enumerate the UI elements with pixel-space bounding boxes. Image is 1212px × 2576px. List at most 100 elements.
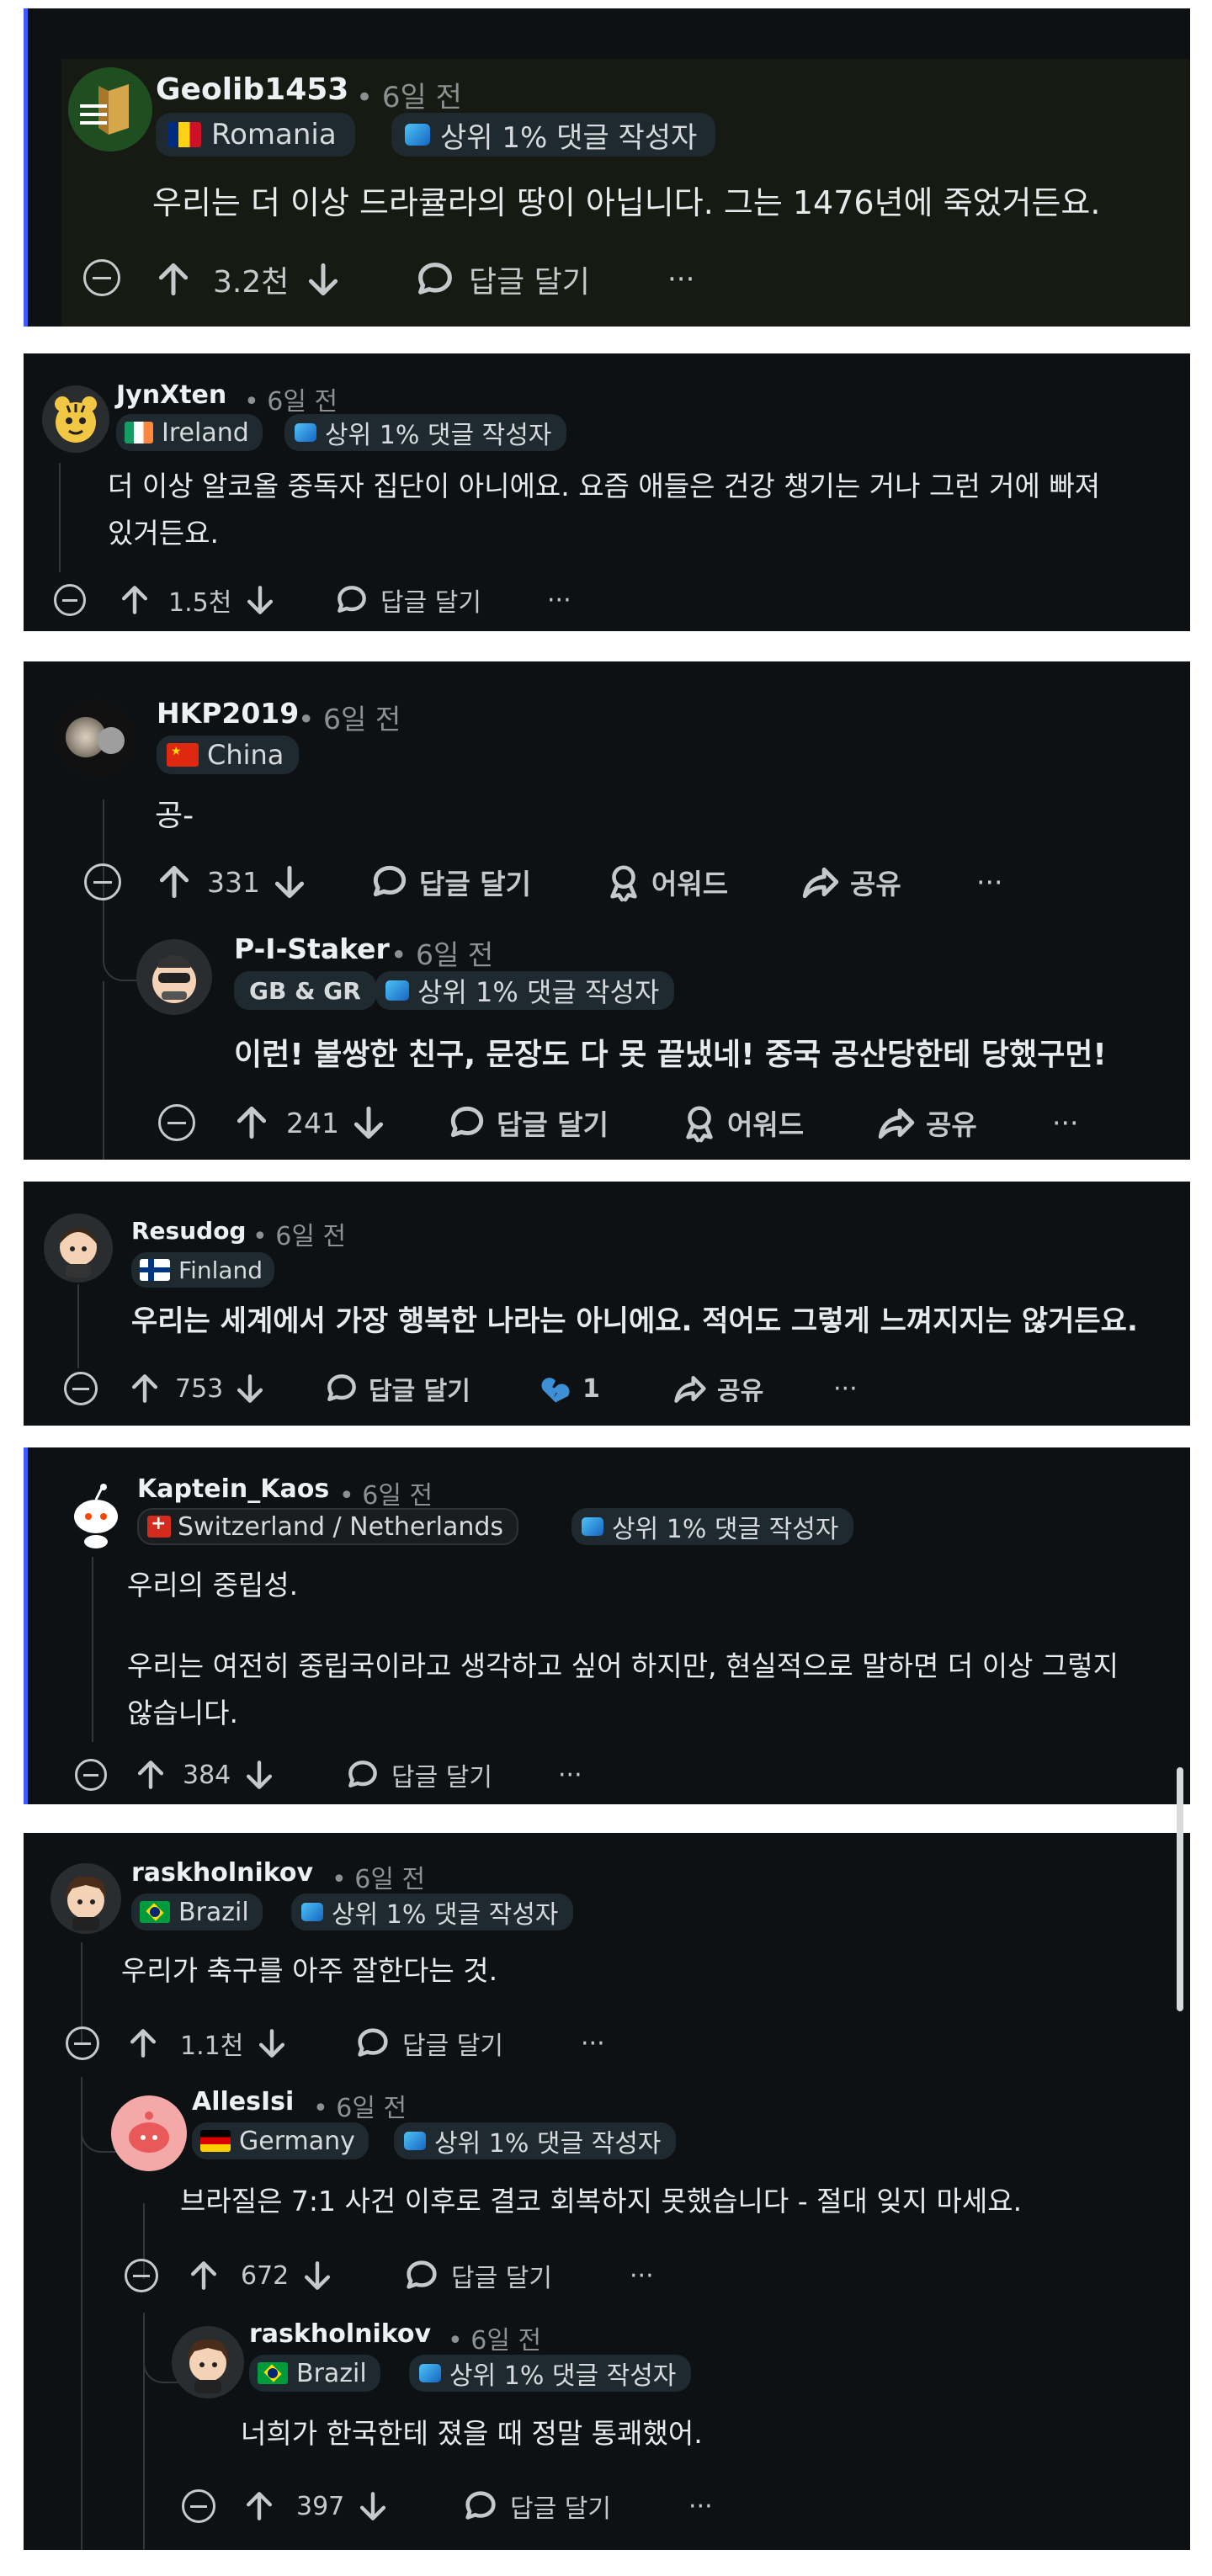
reply-button[interactable]: 답글 달기 xyxy=(333,581,481,619)
username[interactable]: HKP2019 xyxy=(157,697,299,730)
share-button[interactable]: 공유 xyxy=(875,1101,977,1145)
username[interactable]: Kaptein_Kaos xyxy=(137,1474,329,1504)
more-button[interactable]: ··· xyxy=(558,1755,582,1794)
downvote-icon[interactable] xyxy=(253,2025,290,2062)
reply-button[interactable]: 답글 달기 xyxy=(344,1755,492,1794)
vote-bar: 753 xyxy=(126,1368,268,1409)
downvote-icon[interactable] xyxy=(302,258,344,300)
timestamp: • 6일 전 xyxy=(332,1865,426,1894)
upvote-icon[interactable] xyxy=(241,2488,278,2525)
share-button[interactable]: 공유 xyxy=(672,1368,763,1409)
upvote-icon[interactable] xyxy=(153,861,195,903)
upvote-icon[interactable] xyxy=(152,258,194,300)
comment-body: 이런! 불쌍한 친구, 문장도 다 못 끝냈네! 중국 공산당한테 당했구먼! xyxy=(234,1038,1107,1072)
avatar[interactable] xyxy=(136,939,212,1015)
heart-award[interactable]: 1 xyxy=(537,1368,600,1409)
comment-icon xyxy=(358,2028,388,2057)
switzerland-flag-icon: + xyxy=(147,1516,171,1538)
more-button[interactable]: ··· xyxy=(547,581,571,619)
username[interactable]: P-I-Staker xyxy=(234,932,390,965)
collapse-button[interactable] xyxy=(66,2026,99,2060)
collapse-button[interactable] xyxy=(158,1104,195,1141)
collapse-button[interactable] xyxy=(75,1759,107,1791)
avatar[interactable] xyxy=(111,2095,187,2171)
broken-heart-icon xyxy=(541,1378,570,1403)
vote-count: 1.5천 xyxy=(168,588,232,618)
avatar[interactable] xyxy=(50,1863,121,1934)
avatar-snoo-icon xyxy=(74,1484,118,1548)
upvote-icon[interactable] xyxy=(231,1102,273,1144)
reply-button[interactable]: 답글 달기 xyxy=(446,1101,609,1145)
flair-top1: 상위 1% 댓글 작성자 xyxy=(409,2355,692,2392)
avatar[interactable] xyxy=(56,698,135,778)
more-button[interactable]: ··· xyxy=(667,258,694,301)
downvote-icon[interactable] xyxy=(268,861,311,903)
avatar[interactable] xyxy=(42,385,109,453)
more-button[interactable]: ··· xyxy=(833,1368,858,1409)
timestamp: • 6일 전 xyxy=(339,1481,433,1511)
reply-button[interactable]: 답글 달기 xyxy=(402,2255,552,2296)
username[interactable]: raskholnikov xyxy=(249,2319,431,2349)
share-button[interactable]: 공유 xyxy=(800,860,901,904)
upvote-icon[interactable] xyxy=(185,2257,222,2294)
username[interactable]: JynXten xyxy=(116,380,226,410)
award-icon xyxy=(686,1106,713,1143)
username[interactable]: AllesIsi xyxy=(192,2087,294,2117)
comment-body: 우리는 세계에서 가장 행복한 나라는 아니에요. 적어도 그렇게 느껴지지는 … xyxy=(131,1304,1138,1338)
flair-top1: 상위 1% 댓글 작성자 xyxy=(571,1508,854,1545)
more-button[interactable]: ··· xyxy=(581,2023,605,2063)
comment-icon xyxy=(450,1106,484,1138)
more-button[interactable]: ··· xyxy=(1052,1101,1078,1145)
collapse-button[interactable] xyxy=(64,1372,98,1405)
comment-card-geolib: Geolib1453 • 6일 전 Romania 상위 1% 댓글 작성자 우… xyxy=(24,8,1190,327)
username[interactable]: Geolib1453 xyxy=(156,72,348,107)
downvote-icon[interactable] xyxy=(231,1370,268,1407)
avatar[interactable] xyxy=(44,1214,113,1283)
upvote-icon[interactable] xyxy=(126,1370,163,1407)
comment-card-jynxten: JynXten • 6일 전 Ireland 상위 1% 댓글 작성자 더 이상… xyxy=(24,353,1190,631)
badge-icon xyxy=(295,423,316,442)
downvote-icon[interactable] xyxy=(348,1102,390,1144)
username[interactable]: raskholnikov xyxy=(131,1858,313,1888)
flair-country: + Switzerland / Netherlands xyxy=(137,1508,519,1545)
downvote-icon[interactable] xyxy=(354,2488,391,2525)
upvote-icon[interactable] xyxy=(116,582,153,619)
comment-icon xyxy=(407,2260,437,2289)
avatar[interactable] xyxy=(61,1479,130,1548)
more-button[interactable]: ··· xyxy=(688,2486,713,2526)
comment-card-hkp2019: HKP2019 • 6일 전 ★ China 공- 331 답글 달기 어워드 … xyxy=(24,661,1190,1160)
reply-button[interactable]: 답글 달기 xyxy=(354,2023,503,2063)
comment-icon xyxy=(373,865,407,897)
timestamp: • 6일 전 xyxy=(448,2326,542,2356)
username[interactable]: Resudog xyxy=(131,1217,246,1245)
collapse-button[interactable] xyxy=(54,584,86,616)
downvote-icon[interactable] xyxy=(242,582,279,619)
vote-count: 397 xyxy=(296,2491,345,2521)
flair-country: Brazil xyxy=(249,2355,380,2392)
flair-top1: 상위 1% 댓글 작성자 xyxy=(391,113,716,157)
scrollbar-thumb[interactable] xyxy=(1177,1767,1183,2011)
avatar-snoo-icon xyxy=(66,1876,106,1931)
upvote-icon[interactable] xyxy=(132,1756,169,1793)
badge-icon xyxy=(301,1903,323,1921)
award-button[interactable]: 어워드 xyxy=(604,860,728,904)
reply-button[interactable]: 답글 달기 xyxy=(461,2486,611,2526)
collapse-button[interactable] xyxy=(182,2489,215,2523)
more-button[interactable]: ··· xyxy=(976,860,1002,904)
flair-country: ★ China xyxy=(157,736,300,774)
reply-button[interactable]: 답글 달기 xyxy=(369,860,531,904)
more-button[interactable]: ··· xyxy=(630,2255,654,2296)
collapse-button[interactable] xyxy=(84,863,121,900)
reply-button[interactable]: 답글 달기 xyxy=(413,258,590,301)
avatar-tiger-icon xyxy=(55,396,97,443)
collapse-button[interactable] xyxy=(83,259,120,296)
vote-bar: 384 xyxy=(132,1755,278,1794)
award-button[interactable]: 어워드 xyxy=(680,1101,804,1145)
collapse-button[interactable] xyxy=(125,2259,158,2292)
avatar[interactable] xyxy=(68,67,152,151)
downvote-icon[interactable] xyxy=(299,2257,336,2294)
downvote-icon[interactable] xyxy=(241,1756,278,1793)
avatar[interactable] xyxy=(172,2326,244,2398)
reply-button[interactable]: 답글 달기 xyxy=(323,1368,470,1409)
upvote-icon[interactable] xyxy=(125,2025,162,2062)
